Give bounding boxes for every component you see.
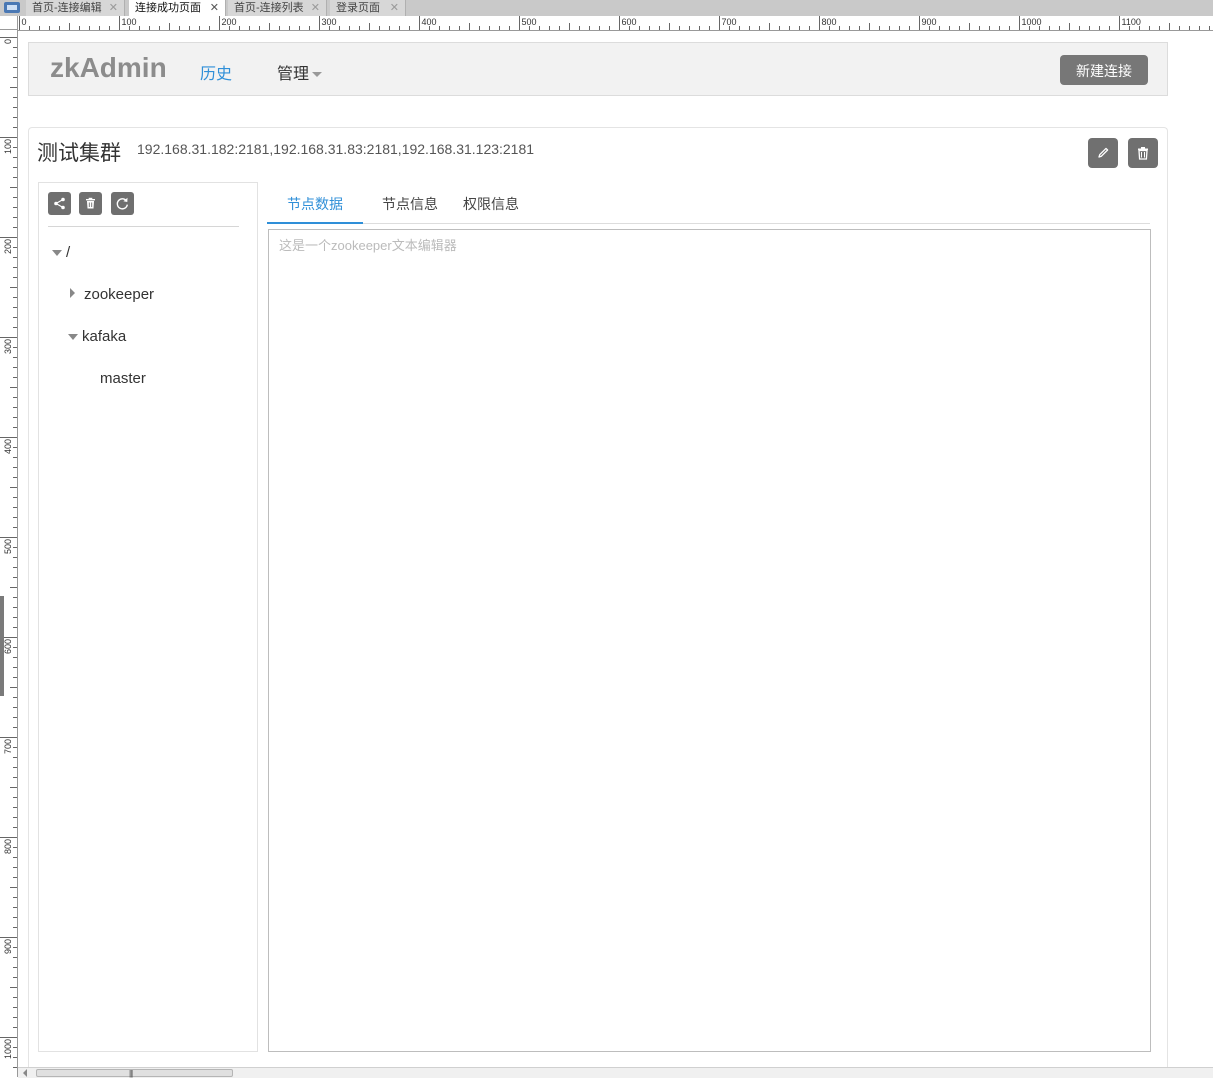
- tab-baseline: [267, 223, 1150, 224]
- trash-icon: [1138, 147, 1148, 160]
- tree-node-kafaka[interactable]: kafaka: [82, 328, 126, 345]
- tree-node-root[interactable]: /: [66, 244, 70, 261]
- doc-tab-connection-list[interactable]: 首页-连接列表 ✕: [228, 0, 327, 16]
- top-navbar: zkAdmin 历史 管理 新建连接: [28, 42, 1168, 96]
- ruler-label: 400: [3, 439, 13, 454]
- ruler-corner: [0, 16, 18, 30]
- ruler-label: 600: [3, 639, 13, 654]
- ruler-label: 100: [3, 139, 13, 154]
- ruler-label: 100: [122, 17, 137, 27]
- cluster-name: 测试集群: [37, 142, 121, 165]
- tab-node-info[interactable]: 节点信息: [382, 194, 438, 214]
- tree-node-zookeeper[interactable]: zookeeper: [84, 286, 154, 303]
- expand-arrow-down-icon[interactable]: [52, 250, 62, 256]
- ruler-label: 0: [22, 17, 27, 27]
- scrollbar-thumb[interactable]: |||: [36, 1069, 233, 1078]
- delete-node-button[interactable]: [79, 192, 102, 215]
- scroll-left-arrow-icon[interactable]: [23, 1069, 27, 1077]
- cluster-address: 192.168.31.182:2181,192.168.31.83:2181,1…: [137, 141, 535, 157]
- nav-manage-dropdown[interactable]: 管理: [277, 60, 323, 84]
- horizontal-scrollbar[interactable]: |||: [18, 1067, 1213, 1078]
- doc-tab-label: 连接成功页面: [135, 2, 201, 14]
- caret-down-icon: [312, 72, 323, 78]
- ruler-label: 600: [622, 17, 637, 27]
- tab-node-data[interactable]: 节点数据: [287, 194, 343, 214]
- horizontal-ruler: 0 100 200 300 400 500 600 700 800 900 1000 1100: [18, 16, 1213, 31]
- expand-arrow-down-icon[interactable]: [68, 334, 78, 340]
- share-icon: [54, 197, 65, 210]
- app-icon: [4, 2, 20, 13]
- active-tab-indicator: [267, 222, 363, 224]
- close-icon[interactable]: ✕: [311, 0, 320, 16]
- ruler-label: 900: [3, 939, 13, 954]
- cluster-panel: 测试集群 192.168.31.182:2181,192.168.31.83:2…: [28, 127, 1168, 1077]
- doc-tab-connected-page[interactable]: 连接成功页面 ✕: [129, 0, 226, 16]
- refresh-icon: [116, 197, 128, 210]
- doc-tab-login-page[interactable]: 登录页面 ✕: [330, 0, 406, 16]
- delete-cluster-button[interactable]: [1128, 138, 1158, 168]
- refresh-tree-button[interactable]: [111, 192, 134, 215]
- document-tab-bar: 首页-连接编辑 ✕ 连接成功页面 ✕ 首页-连接列表 ✕ 登录页面 ✕: [0, 0, 1213, 17]
- ruler-label: 1100: [1122, 17, 1141, 27]
- close-icon[interactable]: ✕: [109, 0, 118, 16]
- node-data-editor[interactable]: [268, 229, 1151, 1052]
- close-icon[interactable]: ✕: [390, 0, 399, 16]
- doc-tab-label: 登录页面: [336, 2, 380, 14]
- ruler-label: 1000: [1022, 17, 1042, 27]
- expand-arrow-right-icon[interactable]: [70, 288, 75, 298]
- ruler-label: 400: [422, 17, 437, 27]
- doc-tab-connection-edit[interactable]: 首页-连接编辑 ✕: [26, 0, 125, 16]
- node-tree-panel: / zookeeper kafaka master: [38, 182, 258, 1052]
- tab-acl-info[interactable]: 权限信息: [463, 194, 519, 214]
- share-node-button[interactable]: [48, 192, 71, 215]
- nav-history-link[interactable]: 历史: [200, 60, 232, 84]
- ruler-label: 800: [822, 17, 837, 27]
- nav-manage-label: 管理: [277, 66, 310, 83]
- ruler-scroll-marker: [0, 596, 4, 696]
- edit-cluster-button[interactable]: [1088, 138, 1118, 168]
- ruler-label: 700: [3, 739, 13, 754]
- doc-tab-label: 首页-连接编辑: [32, 2, 102, 14]
- trash-icon: [86, 197, 95, 209]
- vertical-ruler: 0 100 200 300 400 500 600 700 800 900 1000: [0, 30, 18, 1077]
- ruler-label: 800: [3, 839, 13, 854]
- ruler-label: 0: [3, 39, 13, 44]
- ruler-label: 300: [322, 17, 337, 27]
- doc-tab-label: 首页-连接列表: [234, 2, 304, 14]
- ruler-label: 900: [922, 17, 937, 27]
- ruler-label: 500: [3, 539, 13, 554]
- ruler-label: 300: [3, 339, 13, 354]
- ruler-label: 700: [722, 17, 737, 27]
- new-connection-button[interactable]: 新建连接: [1060, 55, 1148, 85]
- tree-toolbar-divider: [48, 226, 239, 227]
- close-icon[interactable]: ✕: [210, 0, 219, 16]
- ruler-label: 200: [3, 239, 13, 254]
- grip-icon: |||: [129, 1069, 133, 1078]
- brand-logo[interactable]: zkAdmin: [50, 52, 167, 84]
- tree-node-master[interactable]: master: [100, 370, 146, 387]
- ruler-label: 1000: [3, 1039, 13, 1059]
- ruler-label: 500: [522, 17, 537, 27]
- pencil-icon: [1098, 147, 1109, 158]
- ruler-label: 200: [222, 17, 237, 27]
